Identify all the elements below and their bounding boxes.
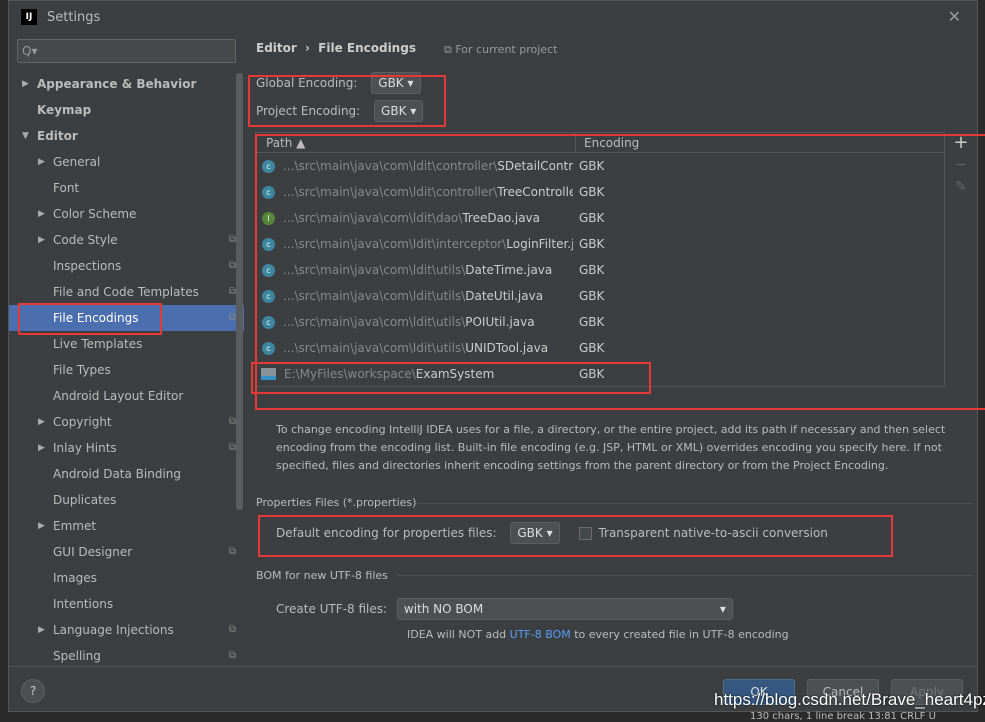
scope-text: For current project <box>455 43 558 56</box>
sidebar-item-label: Keymap <box>37 103 92 117</box>
file-encodings-panel: Editor › File Encodings ⧉ For current pr… <box>247 33 985 673</box>
sidebar-item-gui-designer[interactable]: GUI Designer ⧉ <box>9 539 244 565</box>
bom-note-text: IDEA will NOT add <box>407 628 510 641</box>
sidebar-item-general[interactable]: ▶ General <box>9 149 244 175</box>
sidebar-item-keymap[interactable]: Keymap <box>9 97 244 123</box>
sidebar-item-intentions[interactable]: Intentions <box>9 591 244 617</box>
chevron-right-icon[interactable]: ▶ <box>38 513 45 539</box>
chevron-down-icon: ▾ <box>719 602 726 616</box>
sidebar-item-android-data-binding[interactable]: Android Data Binding <box>9 461 244 487</box>
sidebar-item-label: General <box>53 155 101 169</box>
divider <box>9 666 977 667</box>
settings-dialog: IJ Settings ✕ Q▾ ▶ Appearance & Behavior K… <box>8 0 985 712</box>
chevron-right-icon[interactable]: ▶ <box>38 409 45 435</box>
sidebar-item-appearance-behavior[interactable]: ▶ Appearance & Behavior <box>9 71 244 97</box>
title-bar: IJ Settings ✕ <box>9 1 977 33</box>
settings-sidebar: ▶ Appearance & Behavior Keymap ▼ Editor ▶ Gene… <box>9 71 244 666</box>
sidebar-item-language-injections[interactable]: ▶ Language Injections ⧉ <box>9 617 244 643</box>
project-scope-icon: ⧉ <box>444 43 456 56</box>
bom-select[interactable]: with NO BOM ▾ <box>396 598 733 620</box>
sidebar-item-label: File Types <box>53 363 111 377</box>
sidebar-item-file-types[interactable]: File Types <box>9 357 244 383</box>
bom-label: Create UTF-8 files: <box>276 602 388 616</box>
chevron-right-icon[interactable]: ▶ <box>38 227 45 253</box>
sidebar-item-font[interactable]: Font <box>9 175 244 201</box>
sidebar-item-label: Intentions <box>53 597 114 611</box>
project-scope-icon: ⧉ <box>228 416 236 427</box>
properties-section-title: Properties Files (*.properties) <box>256 496 417 509</box>
sidebar-item-emmet[interactable]: ▶ Emmet <box>9 513 244 539</box>
bom-note-text: to every created file in UTF-8 encoding <box>570 628 789 641</box>
sidebar-item-code-style[interactable]: ▶ Code Style ⧉ <box>9 227 244 253</box>
sidebar-item-label: Language Injections <box>53 623 174 637</box>
bom-note: IDEA will NOT add UTF-8 BOM to every cre… <box>407 628 789 641</box>
sidebar-item-label: Inlay Hints <box>53 441 117 455</box>
sidebar-item-label: Font <box>53 181 80 195</box>
breadcrumb-separator: › <box>305 41 310 55</box>
highlight-box <box>248 75 446 127</box>
project-scope-icon: ⧉ <box>228 234 236 245</box>
highlight-box <box>258 515 893 557</box>
divider <box>417 503 972 504</box>
sidebar-item-file-and-code-templates[interactable]: File and Code Templates ⧉ <box>9 279 244 305</box>
chevron-right-icon[interactable]: ▶ <box>22 71 29 97</box>
sidebar-item-inspections[interactable]: Inspections ⧉ <box>9 253 244 279</box>
highlight-box <box>18 303 162 335</box>
chevron-right-icon[interactable]: ▶ <box>38 617 45 643</box>
sidebar-item-label: Duplicates <box>53 493 117 507</box>
breadcrumb: Editor › File Encodings <box>256 41 416 55</box>
chevron-right-icon[interactable]: ▶ <box>38 435 45 461</box>
project-scope-icon: ⧉ <box>228 624 236 635</box>
sidebar-item-label: GUI Designer <box>53 545 133 559</box>
bom-row: Create UTF-8 files: with NO BOM ▾ <box>276 598 733 620</box>
status-bar: 130 chars, 1 line break 13:81 CRLF U <box>750 711 936 722</box>
scope-label: ⧉ For current project <box>444 43 557 57</box>
sidebar-item-color-scheme[interactable]: ▶ Color Scheme <box>9 201 244 227</box>
chevron-right-icon[interactable]: ▶ <box>38 201 45 227</box>
utf8-bom-link[interactable]: UTF-8 BOM <box>510 628 571 641</box>
sidebar-item-label: Appearance & Behavior <box>37 77 197 91</box>
sidebar-item-copyright[interactable]: ▶ Copyright ⧉ <box>9 409 244 435</box>
sidebar-item-label: Editor <box>37 129 78 143</box>
sidebar-item-label: File and Code Templates <box>53 285 199 299</box>
sidebar-item-label: Color Scheme <box>53 207 137 221</box>
sidebar-item-android-layout-editor[interactable]: Android Layout Editor <box>9 383 244 409</box>
sidebar-item-label: Code Style <box>53 233 118 247</box>
intellij-logo-icon: IJ <box>21 9 37 25</box>
sidebar-item-label: Android Data Binding <box>53 467 182 481</box>
settings-search-input[interactable]: Q▾ <box>17 39 236 63</box>
close-icon[interactable]: ✕ <box>948 7 961 26</box>
help-button[interactable]: ? <box>21 679 45 703</box>
sidebar-scrollbar[interactable] <box>236 73 243 510</box>
project-scope-icon: ⧉ <box>228 286 236 297</box>
chevron-right-icon[interactable]: ▶ <box>38 149 45 175</box>
project-scope-icon: ⧉ <box>228 260 236 271</box>
window-title: Settings <box>47 9 101 25</box>
divider <box>397 575 972 576</box>
sidebar-item-inlay-hints[interactable]: ▶ Inlay Hints ⧉ <box>9 435 244 461</box>
sidebar-item-label: Inspections <box>53 259 122 273</box>
sidebar-item-label: Android Layout Editor <box>53 389 184 403</box>
project-scope-icon: ⧉ <box>228 546 236 557</box>
project-scope-icon: ⧉ <box>228 312 236 323</box>
sidebar-item-label: Emmet <box>53 519 97 533</box>
watermark: https://blog.csdn.net/Brave_heart4pzj <box>714 690 985 709</box>
bom-section-title: BOM for new UTF-8 files <box>256 569 388 582</box>
highlight-box <box>251 362 651 394</box>
breadcrumb-current: File Encodings <box>318 41 416 55</box>
sidebar-item-editor[interactable]: ▼ Editor <box>9 123 244 149</box>
sidebar-item-label: Copyright <box>53 415 112 429</box>
sidebar-item-duplicates[interactable]: Duplicates <box>9 487 244 513</box>
help-text: To change encoding IntelliJ IDEA uses fo… <box>276 423 946 472</box>
sidebar-item-label: Images <box>53 571 97 585</box>
project-scope-icon: ⧉ <box>228 442 236 453</box>
bom-value: with NO BOM <box>403 602 484 616</box>
chevron-down-icon[interactable]: ▼ <box>22 123 29 149</box>
breadcrumb-parent[interactable]: Editor <box>256 41 297 55</box>
sidebar-item-images[interactable]: Images <box>9 565 244 591</box>
